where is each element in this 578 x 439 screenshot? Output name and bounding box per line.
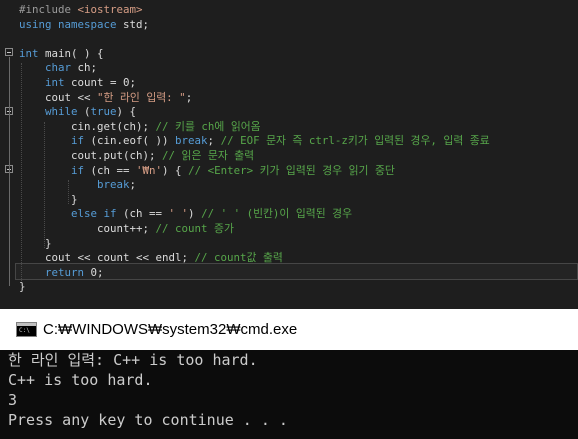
code-line[interactable]: int main( ) {	[19, 47, 104, 62]
console-line: 3	[8, 391, 18, 409]
code-token: // count값 출력	[194, 251, 283, 265]
code-line[interactable]: using namespace std;	[19, 18, 149, 33]
cmd-window-icon: C:\	[16, 322, 37, 337]
console-line: 한 라인 입력: C++ is too hard.	[8, 351, 258, 369]
code-token: // count 증가	[155, 222, 234, 235]
code-token: // 읽은 문자 출력	[162, 149, 255, 162]
code-line[interactable]: else if (ch == ' ') // ' ' (빈칸)이 입력된 경우	[19, 207, 352, 222]
code-token: count++;	[19, 222, 156, 235]
code-token: <iostream>	[77, 3, 143, 16]
code-token: // 키를 ch에 읽어옴	[155, 119, 261, 133]
code-token: "한 라인 입력: "	[97, 90, 186, 104]
code-token: count = 0;	[71, 76, 137, 89]
code-token: using	[19, 17, 59, 31]
code-line[interactable]: count++; // count 증가	[19, 222, 234, 237]
code-token: ;	[207, 134, 221, 148]
code-token: ;	[185, 90, 193, 104]
code-token: int	[19, 46, 46, 60]
code-token: // <Enter> 키가 입력된 경우 읽기 중단	[188, 163, 395, 177]
code-token: (ch ==	[123, 207, 169, 221]
code-token: main	[45, 46, 72, 60]
code-line[interactable]: cout << count << endl; // count값 출력	[19, 251, 283, 266]
code-token: cout << count << endl;	[19, 251, 195, 265]
console-line: C++ is too hard.	[8, 371, 153, 389]
code-token: while	[19, 105, 78, 119]
code-line[interactable]: if (cin.eof( )) break; // EOF 문자 즉 ctrl-…	[19, 134, 490, 149]
code-token: cout.put(ch);	[19, 149, 163, 162]
code-line[interactable]: cout << "한 라인 입력: ";	[19, 91, 192, 106]
code-token: int	[19, 76, 72, 89]
code-token: }	[19, 236, 52, 250]
code-line[interactable]: char ch;	[19, 61, 97, 76]
code-token: (ch ==	[90, 163, 137, 177]
code-token: ;	[129, 178, 137, 192]
code-line[interactable]: if (ch == '₩n') { // <Enter> 키가 입력된 경우 읽…	[19, 164, 395, 179]
code-token: ch;	[77, 61, 98, 75]
code-token: // ' ' (빈칸)이 입력된 경우	[201, 207, 353, 221]
code-token: ) {	[162, 163, 189, 177]
code-token: namespace	[58, 17, 124, 31]
cmd-console[interactable]: 한 라인 입력: C++ is too hard. C++ is too har…	[0, 350, 578, 439]
fold-toggle-icon[interactable]	[5, 48, 13, 56]
cmd-title-bar[interactable]: C:\ C:₩WINDOWS₩system32₩cmd.exe	[0, 309, 578, 350]
code-line[interactable]: #include <iostream>	[19, 3, 143, 18]
code-token: ( ) {	[71, 46, 104, 60]
fold-line	[9, 57, 10, 286]
code-token: break	[175, 134, 208, 148]
code-token: 0;	[90, 265, 104, 279]
code-line[interactable]: return 0;	[19, 266, 104, 281]
code-token: }	[19, 280, 26, 294]
code-line[interactable]: while (true) {	[19, 105, 136, 120]
code-token: ' '	[168, 207, 189, 221]
code-token: (cin.eof( ))	[90, 134, 176, 148]
code-token: ) {	[116, 105, 137, 119]
code-token: #include	[19, 3, 78, 16]
code-token: if	[19, 163, 91, 177]
code-token: }	[19, 192, 78, 206]
code-token: return	[19, 265, 91, 279]
code-token: // EOF 문자 즉 ctrl-z키가 입력된 경우, 입력 종료	[220, 134, 490, 148]
code-line[interactable]: }	[19, 280, 26, 295]
code-token: cin.get(ch);	[19, 119, 156, 133]
code-token: else if	[19, 207, 124, 221]
code-token: cout <<	[19, 90, 98, 104]
code-token: )	[188, 207, 202, 221]
code-token: break	[19, 178, 130, 192]
code-editor[interactable]: #include <iostream> using namespace std; i…	[0, 0, 578, 309]
code-token: char	[19, 61, 78, 75]
code-token: std;	[123, 17, 150, 31]
code-line[interactable]: cout.put(ch); // 읽은 문자 출력	[19, 149, 254, 164]
console-line: Press any key to continue . . .	[8, 411, 288, 429]
code-token: (	[77, 105, 91, 119]
code-line[interactable]: }	[19, 237, 52, 252]
code-token: if	[19, 134, 91, 148]
code-line[interactable]: break;	[19, 178, 136, 193]
cmd-window-title: C:₩WINDOWS₩system32₩cmd.exe	[43, 321, 298, 338]
code-line[interactable]: }	[19, 193, 78, 208]
code-token: true	[90, 105, 117, 119]
code-line[interactable]: cin.get(ch); // 키를 ch에 읽어옴	[19, 120, 261, 135]
code-line[interactable]: int count = 0;	[19, 76, 136, 91]
code-token: '₩n'	[136, 163, 163, 177]
